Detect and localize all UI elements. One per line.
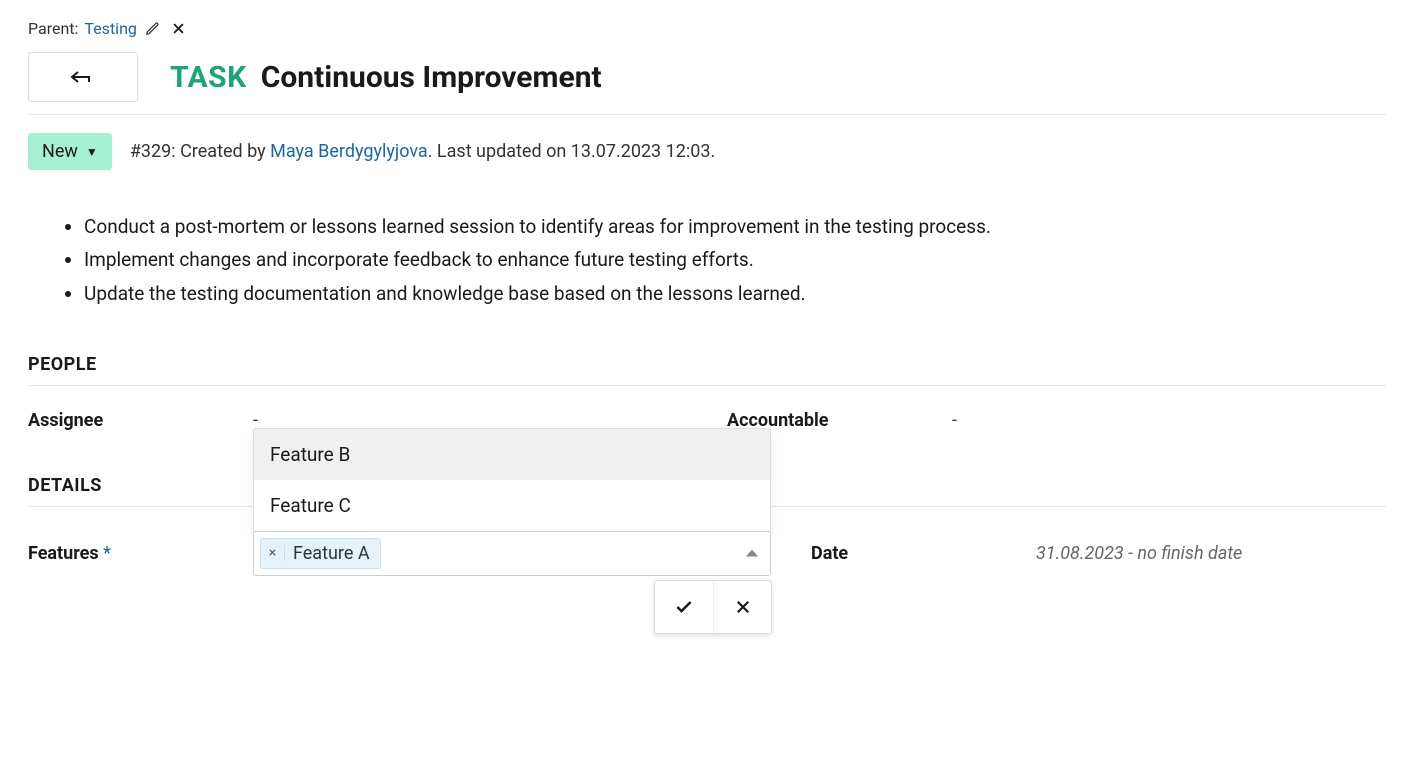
parent-label: Parent:: [28, 19, 78, 38]
assignee-label: Assignee: [28, 410, 253, 431]
description-item: Conduct a post-mortem or lessons learned…: [84, 210, 1386, 243]
parent-link[interactable]: Testing: [84, 19, 136, 38]
edit-icon[interactable]: [143, 18, 163, 38]
chip-remove-icon[interactable]: ×: [267, 545, 285, 561]
chevron-down-icon: ▼: [86, 145, 98, 159]
section-people-header: PEOPLE: [28, 354, 1386, 386]
status-dropdown[interactable]: New ▼: [28, 133, 112, 170]
close-icon[interactable]: [169, 18, 189, 38]
date-label: Date: [811, 543, 1036, 564]
features-dropdown: Feature BFeature C: [253, 428, 771, 532]
chip-label: Feature A: [293, 543, 370, 564]
features-label: Features *: [28, 543, 253, 564]
features-input[interactable]: × Feature A: [253, 531, 771, 576]
date-value: 31.08.2023 - no finish date: [1036, 543, 1242, 564]
description-item: Implement changes and incorporate feedba…: [84, 243, 1386, 276]
field-date[interactable]: Date 31.08.2023 - no finish date: [811, 521, 1386, 586]
accountable-value: -: [952, 410, 957, 431]
back-button[interactable]: [28, 52, 138, 102]
cancel-button[interactable]: [713, 581, 771, 633]
dropdown-option[interactable]: Feature C: [254, 480, 770, 531]
status-label: New: [42, 141, 78, 162]
description-item: Update the testing documentation and kno…: [84, 277, 1386, 310]
dropdown-option[interactable]: Feature B: [254, 429, 770, 480]
description: Conduct a post-mortem or lessons learned…: [28, 210, 1386, 310]
field-accountable[interactable]: Accountable -: [727, 400, 1386, 441]
chevron-up-icon[interactable]: [746, 550, 758, 557]
page-title: Continuous Improvement: [261, 60, 602, 95]
field-features: Features * Feature BFeature C ×Feature A: [28, 521, 771, 586]
feature-chip: × Feature A: [260, 538, 381, 569]
meta-text: #329: Created by Maya Berdygylyjova. Las…: [130, 141, 715, 162]
author-link[interactable]: Maya Berdygylyjova: [270, 141, 428, 162]
type-badge: TASK: [170, 60, 247, 95]
confirm-button[interactable]: [655, 581, 713, 633]
